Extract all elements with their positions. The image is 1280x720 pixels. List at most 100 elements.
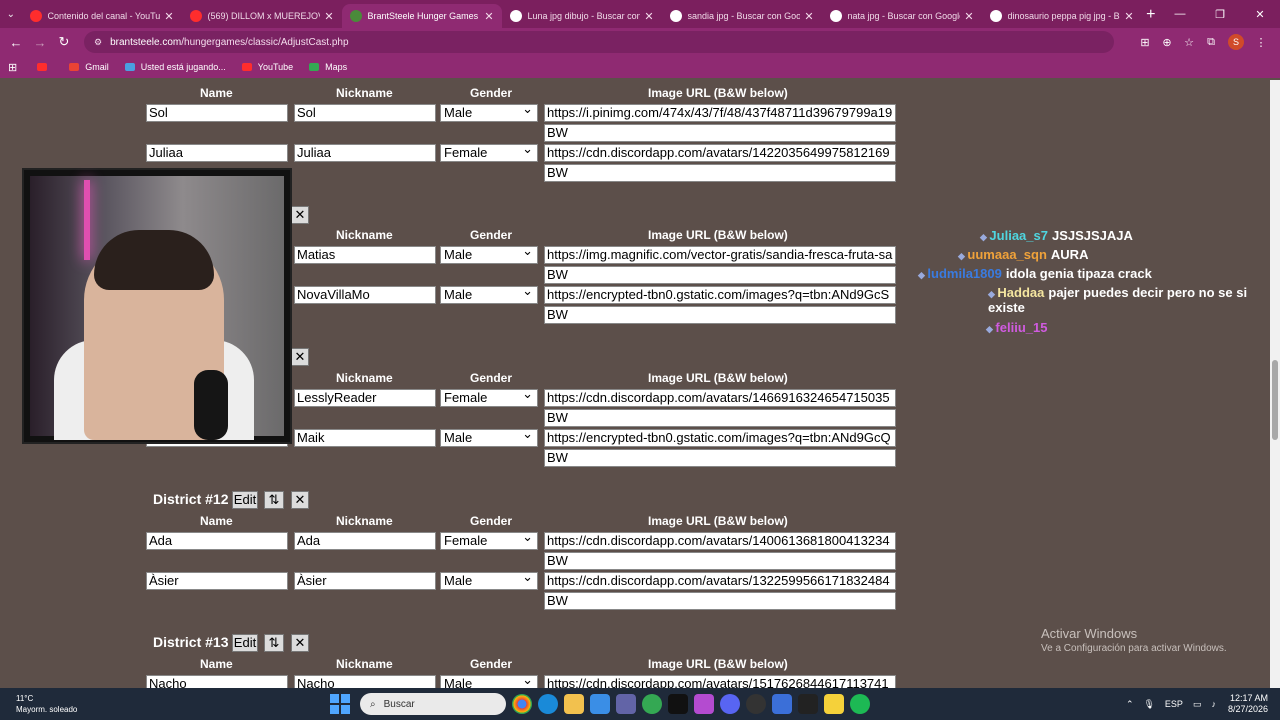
bookmark-item[interactable] bbox=[37, 62, 53, 72]
gender-select[interactable]: Male bbox=[440, 426, 538, 447]
gender-select[interactable]: Female bbox=[440, 529, 538, 550]
remove-district-button[interactable]: ✕ bbox=[291, 348, 309, 366]
discord-icon[interactable] bbox=[720, 694, 740, 714]
browser-tab[interactable]: Contenido del canal - YouTube ✕ bbox=[22, 4, 182, 28]
extensions-icon[interactable]: ⧉ bbox=[1200, 36, 1222, 49]
site-info-icon[interactable]: ⚙ bbox=[94, 37, 102, 48]
tab-search-icon[interactable]: ⌄ bbox=[0, 0, 22, 28]
capcut-icon[interactable] bbox=[668, 694, 688, 714]
obs-icon[interactable] bbox=[694, 694, 714, 714]
profile-avatar[interactable]: S bbox=[1228, 34, 1244, 50]
name-input[interactable]: Sol bbox=[146, 104, 288, 122]
nickname-input[interactable]: Matias bbox=[294, 246, 436, 264]
nickname-input[interactable]: Nacho bbox=[294, 675, 436, 688]
file-explorer-icon[interactable] bbox=[564, 694, 584, 714]
bookmark-item[interactable]: Gmail bbox=[69, 62, 109, 72]
nickname-input[interactable]: Juliaa bbox=[294, 144, 436, 162]
bookmark-item[interactable]: Usted está jugando... bbox=[124, 62, 226, 72]
back-icon[interactable]: ← bbox=[4, 35, 28, 50]
remove-district-button[interactable]: ✕ bbox=[291, 206, 309, 224]
notes-icon[interactable] bbox=[824, 694, 844, 714]
image-url-input[interactable]: https://encrypted-tbn0.gstatic.com/image… bbox=[544, 429, 896, 447]
gender-select[interactable]: Male bbox=[440, 283, 538, 304]
nickname-input[interactable]: Àsier bbox=[294, 572, 436, 590]
tab-close-icon[interactable]: ✕ bbox=[1124, 10, 1133, 23]
nickname-input[interactable]: LesslyReader bbox=[294, 389, 436, 407]
bw-image-url-input[interactable]: BW bbox=[544, 266, 896, 284]
gender-select[interactable]: Female bbox=[440, 386, 538, 407]
nickname-input[interactable]: Sol bbox=[294, 104, 436, 122]
bookmark-item[interactable]: YouTube bbox=[241, 62, 293, 72]
browser-tab[interactable]: dinosaurio peppa pig jpg - Bus ✕ bbox=[982, 4, 1142, 28]
bookmark-item[interactable]: Maps bbox=[309, 62, 347, 72]
edit-button[interactable]: Edit bbox=[232, 491, 258, 509]
reload-icon[interactable]: ↻ bbox=[52, 34, 76, 50]
weather-widget[interactable]: 11°C Mayorm. soleado bbox=[0, 693, 110, 715]
name-input[interactable]: Juliaa bbox=[146, 144, 288, 162]
swap-button[interactable]: ⇅ bbox=[264, 491, 284, 509]
image-url-input[interactable]: https://cdn.discordapp.com/avatars/13225… bbox=[544, 572, 896, 590]
swap-button[interactable]: ⇅ bbox=[264, 634, 284, 652]
edge-icon[interactable] bbox=[538, 694, 558, 714]
bw-image-url-input[interactable]: BW bbox=[544, 409, 896, 427]
mic-icon[interactable]: 🎙 bbox=[1143, 699, 1154, 710]
tab-close-icon[interactable]: ✕ bbox=[964, 10, 973, 23]
nickname-input[interactable]: Ada bbox=[294, 532, 436, 550]
apps-grid-icon[interactable]: ⊞ bbox=[8, 61, 17, 74]
bw-image-url-input[interactable]: BW bbox=[544, 552, 896, 570]
image-url-input[interactable]: https://cdn.discordapp.com/avatars/14220… bbox=[544, 144, 896, 162]
steam-icon[interactable] bbox=[746, 694, 766, 714]
remove-district-button[interactable]: ✕ bbox=[291, 634, 309, 652]
tab-close-icon[interactable]: ✕ bbox=[804, 10, 813, 23]
restore-icon[interactable]: ❐ bbox=[1200, 8, 1240, 21]
scrollbar-thumb[interactable] bbox=[1272, 360, 1278, 440]
close-window-icon[interactable]: ✕ bbox=[1240, 8, 1280, 21]
image-url-input[interactable]: https://cdn.discordapp.com/avatars/15176… bbox=[544, 675, 896, 688]
taskbar-search[interactable]: ⌕ Buscar bbox=[360, 693, 506, 715]
image-url-input[interactable]: https://img.magnific.com/vector-gratis/s… bbox=[544, 246, 896, 264]
gender-select[interactable]: Male bbox=[440, 569, 538, 590]
language-indicator[interactable]: ESP bbox=[1165, 699, 1183, 709]
tab-close-icon[interactable]: ✕ bbox=[484, 10, 493, 23]
nickname-input[interactable]: NovaVillaMo bbox=[294, 286, 436, 304]
name-input[interactable]: Àsier bbox=[146, 572, 288, 590]
chrome-2-icon[interactable] bbox=[642, 694, 662, 714]
minimize-icon[interactable]: — bbox=[1160, 8, 1200, 20]
terminal-icon[interactable] bbox=[798, 694, 818, 714]
browser-tab[interactable]: (569) DILLOM x MUEREJOVEN -✕ bbox=[182, 4, 342, 28]
menu-icon[interactable]: ⋮ bbox=[1250, 36, 1272, 49]
gender-select[interactable]: Male bbox=[440, 101, 538, 122]
tab-close-icon[interactable]: ✕ bbox=[164, 10, 173, 23]
tab-close-icon[interactable]: ✕ bbox=[324, 10, 333, 23]
start-icon[interactable] bbox=[330, 694, 350, 714]
chrome-icon[interactable] bbox=[512, 694, 532, 714]
browser-tab[interactable]: BrantSteele Hunger Games Simu✕ bbox=[341, 4, 502, 28]
spotify-icon[interactable] bbox=[850, 694, 870, 714]
browser-tab[interactable]: Luna jpg dibujo - Buscar con G ✕ bbox=[502, 4, 662, 28]
bw-image-url-input[interactable]: BW bbox=[544, 164, 896, 182]
browser-tab[interactable]: sandia jpg - Buscar con Google✕ bbox=[662, 4, 822, 28]
browser-tab[interactable]: nata jpg - Buscar con Google ✕ bbox=[822, 4, 982, 28]
image-url-input[interactable]: https://cdn.discordapp.com/avatars/14669… bbox=[544, 389, 896, 407]
bw-image-url-input[interactable]: BW bbox=[544, 449, 896, 467]
page-scrollbar[interactable] bbox=[1270, 80, 1280, 688]
remove-district-button[interactable]: ✕ bbox=[291, 491, 309, 509]
image-url-input[interactable]: https://cdn.discordapp.com/avatars/14006… bbox=[544, 532, 896, 550]
gender-select[interactable]: Male bbox=[440, 672, 538, 688]
translate-icon[interactable]: ⊞ bbox=[1134, 36, 1156, 49]
image-url-input[interactable]: https://encrypted-tbn0.gstatic.com/image… bbox=[544, 286, 896, 304]
new-tab-button[interactable]: + bbox=[1142, 4, 1160, 28]
bw-image-url-input[interactable]: BW bbox=[544, 124, 896, 142]
tab-close-icon[interactable]: ✕ bbox=[644, 10, 653, 23]
network-icon[interactable]: ▭ bbox=[1193, 699, 1202, 710]
teams-icon[interactable] bbox=[616, 694, 636, 714]
clock[interactable]: 12:17 AM 8/27/2026 bbox=[1228, 693, 1268, 715]
store-icon[interactable] bbox=[590, 694, 610, 714]
name-input[interactable]: Nacho bbox=[146, 675, 288, 688]
gender-select[interactable]: Male bbox=[440, 243, 538, 264]
name-input[interactable]: Ada bbox=[146, 532, 288, 550]
forward-icon[interactable]: → bbox=[28, 35, 52, 50]
url-bar[interactable]: ⚙ brantsteele.com/hungergames/classic/Ad… bbox=[84, 31, 1114, 53]
image-url-input[interactable]: https://i.pinimg.com/474x/43/7f/48/437f4… bbox=[544, 104, 896, 122]
gender-select[interactable]: Female bbox=[440, 141, 538, 162]
